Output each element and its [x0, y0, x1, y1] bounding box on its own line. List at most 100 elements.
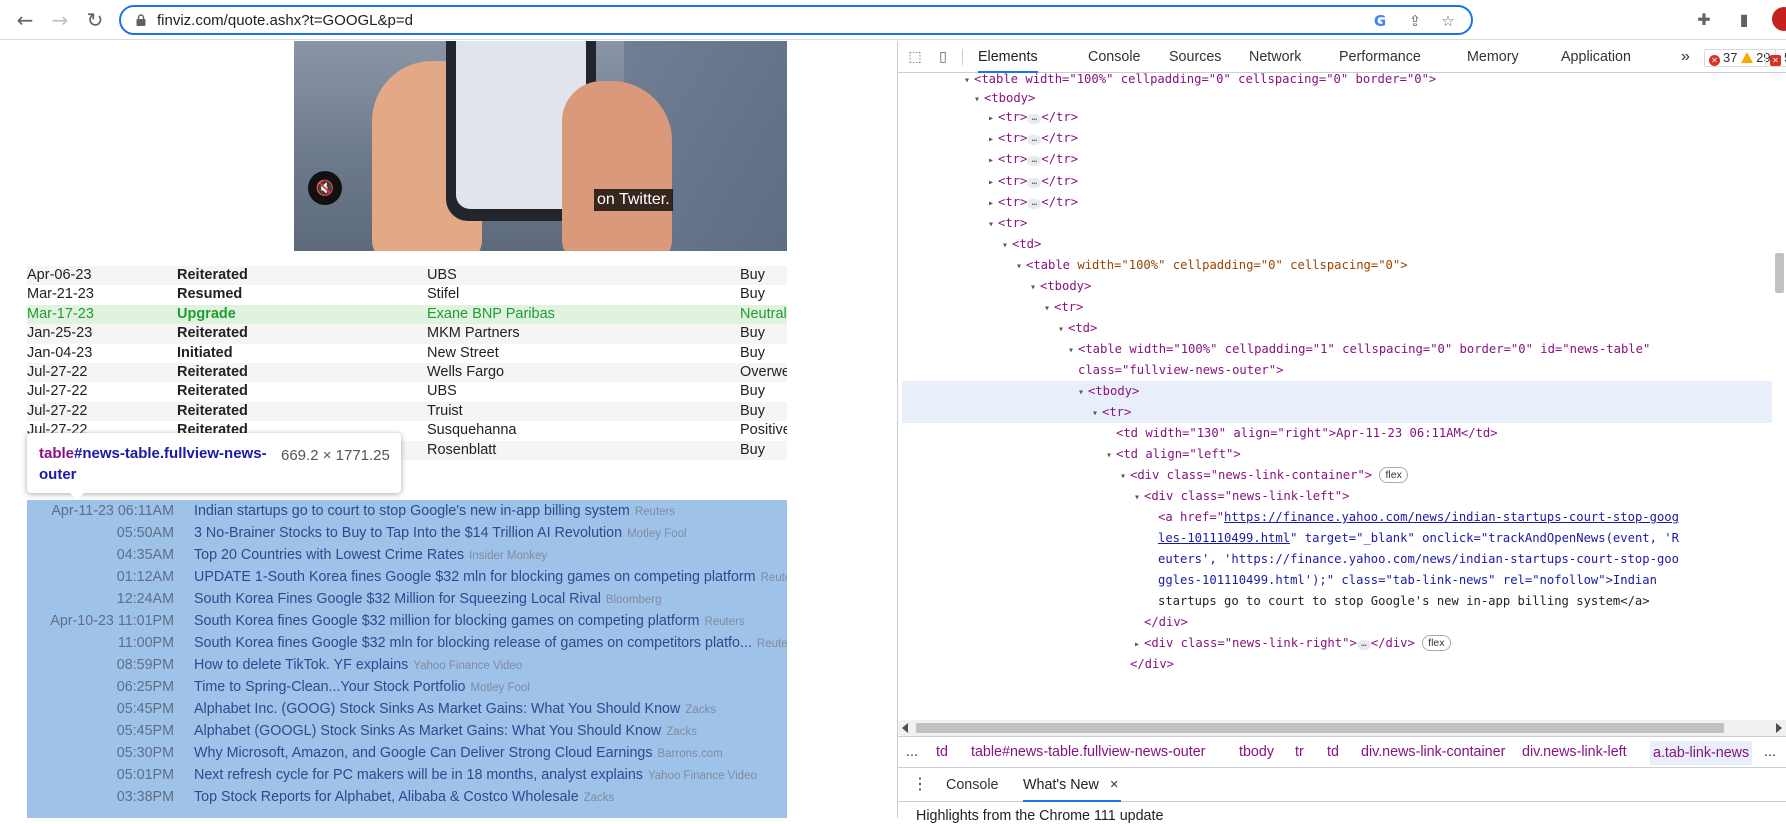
more-tabs-button[interactable]: » [1681, 41, 1690, 73]
news-link[interactable]: Alphabet Inc. (GOOG) Stock Sinks As Mark… [194, 698, 716, 721]
side-panel-icon[interactable]: ▮ [1733, 9, 1755, 31]
news-link[interactable]: How to delete TikTok. YF explains Yahoo F… [194, 654, 522, 677]
dom-node-news-link-left[interactable]: ▾ <div class="news-link-left"> [1134, 486, 1349, 507]
href-link[interactable]: https://finance.yahoo.com/news/indian-st… [1224, 510, 1679, 524]
bookmark-star-icon[interactable]: ☆ [1439, 12, 1457, 30]
rating-firm[interactable]: UBS [427, 266, 457, 285]
video-player[interactable]: 🔇 on Twitter. [294, 41, 787, 251]
dom-node-div-close[interactable]: </div> [1130, 654, 1174, 675]
dom-node-tr-collapsed[interactable]: ▸ <tr>… </tr> [988, 149, 1078, 170]
news-headline[interactable]: South Korea fines Google $32 million for… [194, 613, 699, 629]
dom-node-td[interactable]: ▾ <td> [1002, 234, 1041, 255]
tab-sources[interactable]: Sources [1169, 41, 1221, 73]
lock-icon[interactable] [135, 14, 147, 26]
inspect-element-icon[interactable]: ⬚ [906, 48, 924, 66]
dom-tree[interactable]: ▾ <table width="100%" cellpadding="0" cel… [902, 73, 1772, 720]
news-link[interactable]: Indian startups go to court to stop Goog… [194, 500, 675, 523]
dom-node-anchor-cont[interactable]: ggles-101110499.html');" class="tab-link… [1158, 570, 1657, 591]
dom-node-news-table[interactable]: ▾ <table width="100%" cellpadding="1" cel… [1068, 339, 1650, 360]
dom-node-tbody[interactable]: ▾ <tbody> [1030, 276, 1091, 297]
share-icon[interactable]: ⇪ [1406, 12, 1424, 30]
news-headline[interactable]: Top Stock Reports for Alphabet, Alibaba … [194, 789, 579, 805]
extensions-icon[interactable]: ✚ [1693, 9, 1715, 31]
rating-firm[interactable]: New Street [427, 344, 499, 363]
news-headline[interactable]: Indian startups go to court to stop Goog… [194, 503, 630, 519]
google-lens-icon[interactable]: G [1371, 12, 1389, 30]
dom-node-tr-collapsed[interactable]: ▸ <tr>… </tr> [988, 171, 1078, 192]
news-headline[interactable]: Why Microsoft, Amazon, and Google Can De… [194, 745, 653, 761]
dom-node-tr-collapsed[interactable]: ▸ <tr>… </tr> [988, 192, 1078, 213]
news-link[interactable]: 3 No-Brainer Stocks to Buy to Tap Into t… [194, 522, 687, 545]
rating-firm[interactable]: Stifel [427, 285, 459, 304]
tab-performance[interactable]: Performance [1339, 41, 1421, 73]
drawer-tab-console[interactable]: Console [946, 768, 998, 802]
scrollbar-thumb[interactable] [916, 723, 1724, 733]
breadcrumb-item[interactable]: table#news-table.fullview-news-outer [971, 744, 1205, 760]
breadcrumb-item[interactable]: div.news-link-container [1361, 744, 1505, 760]
close-icon[interactable]: × [1110, 768, 1118, 802]
dom-node-anchor-text[interactable]: startups go to court to stop Google's ne… [1158, 591, 1650, 612]
rating-firm[interactable]: Truist [427, 402, 463, 421]
scroll-right-arrow-icon[interactable] [1776, 723, 1782, 733]
news-headline[interactable]: Alphabet (GOOGL) Stock Sinks As Market G… [194, 723, 661, 739]
news-link[interactable]: UPDATE 1-South Korea fines Google $32 ml… [194, 566, 787, 589]
dom-node-news-table-class[interactable]: class="fullview-news-outer"> [1078, 360, 1283, 381]
news-headline[interactable]: Top 20 Countries with Lowest Crime Rates [194, 547, 464, 563]
dom-node-tr-collapsed[interactable]: ▸ <tr>… </tr> [988, 128, 1078, 149]
dom-node-news-link-right[interactable]: ▸ <div class="news-link-right">… </div> fl… [1134, 633, 1451, 654]
issues-badge[interactable]: ✕5 [1765, 49, 1786, 67]
rating-firm[interactable]: Exane BNP Paribas [427, 305, 555, 324]
ellipsis-icon[interactable]: … [1027, 135, 1042, 145]
news-headline[interactable]: Next refresh cycle for PC makers will be… [194, 767, 643, 783]
news-link[interactable]: Next refresh cycle for PC makers will be… [194, 764, 757, 787]
dom-node-tbody[interactable]: ▾ <tbody> [974, 88, 1035, 109]
rating-firm[interactable]: Wells Fargo [427, 363, 504, 382]
flex-badge[interactable]: flex [1422, 635, 1451, 651]
ellipsis-icon[interactable]: … [1027, 114, 1042, 124]
news-link[interactable]: Time to Spring-Clean...Your Stock Portfo… [194, 676, 530, 699]
breadcrumb-item[interactable]: td [1327, 744, 1339, 760]
ellipsis-icon[interactable]: … [1027, 156, 1042, 166]
dom-node-anchor-cont[interactable]: les-101110499.html" target="_blank" oncl… [1158, 528, 1679, 549]
news-link[interactable]: South Korea Fines Google $32 Million for… [194, 588, 662, 611]
tab-application[interactable]: Application [1561, 41, 1631, 73]
address-bar[interactable]: finviz.com/quote.ashx?t=GOOGL&p=d G ⇪ ☆ [119, 5, 1473, 35]
dom-tree-scrollbar[interactable] [1772, 73, 1786, 720]
dom-node-news-link-container[interactable]: ▾ <div class="news-link-container"> flex [1120, 465, 1408, 486]
drawer-tab-whats-new[interactable]: What's New [1023, 768, 1121, 802]
news-headline[interactable]: How to delete TikTok. YF explains [194, 657, 408, 673]
rating-firm[interactable]: Rosenblatt [427, 441, 496, 460]
tab-memory[interactable]: Memory [1467, 41, 1519, 73]
news-link[interactable]: South Korea fines Google $32 million for… [194, 610, 745, 633]
dom-node-div-close[interactable]: </div> [1144, 612, 1188, 633]
news-headline[interactable]: 3 No-Brainer Stocks to Buy to Tap Into t… [194, 525, 622, 541]
breadcrumb-item-selected[interactable]: a.tab-link-news [1650, 741, 1753, 765]
breadcrumb-overflow[interactable]: ... [1764, 744, 1776, 760]
news-headline[interactable]: Time to Spring-Clean...Your Stock Portfo… [194, 679, 466, 695]
breadcrumb-item[interactable]: td [936, 744, 948, 760]
ellipsis-icon[interactable]: … [1027, 199, 1042, 209]
breadcrumb-item[interactable]: tbody [1239, 744, 1274, 760]
dom-node-anchor[interactable]: <a href="https://finance.yahoo.com/news/… [1158, 507, 1679, 528]
drawer-menu-icon[interactable]: ⋮ [912, 768, 928, 802]
url-text[interactable]: finviz.com/quote.ashx?t=GOOGL&p=d [157, 12, 413, 29]
href-link[interactable]: les-101110499.html [1158, 531, 1290, 545]
device-toolbar-icon[interactable]: ▯ [934, 48, 952, 66]
reload-icon[interactable]: ↻ [82, 7, 108, 33]
dom-node-tbody[interactable]: ▾ <tbody> [1078, 381, 1139, 402]
scrollbar-thumb[interactable] [1775, 253, 1784, 293]
news-link[interactable]: Top Stock Reports for Alphabet, Alibaba … [194, 786, 614, 809]
flex-badge[interactable]: flex [1379, 467, 1408, 483]
ellipsis-icon[interactable]: … [1027, 178, 1042, 188]
ellipsis-icon[interactable]: … [1356, 640, 1371, 650]
breadcrumb-overflow[interactable]: ... [906, 744, 918, 760]
news-headline[interactable]: South Korea Fines Google $32 Million for… [194, 591, 601, 607]
news-headline[interactable]: UPDATE 1-South Korea fines Google $32 ml… [194, 569, 756, 585]
tab-elements[interactable]: Elements [978, 41, 1038, 73]
muted-speaker-icon[interactable]: 🔇 [308, 171, 342, 205]
forward-arrow-icon[interactable]: → [47, 7, 73, 33]
news-link[interactable]: Why Microsoft, Amazon, and Google Can De… [194, 742, 723, 765]
profile-avatar-icon[interactable] [1772, 7, 1786, 31]
dom-node-td-date[interactable]: <td width="130" align="right">Apr-11-23 … [1116, 423, 1498, 444]
news-link[interactable]: Alphabet (GOOGL) Stock Sinks As Market G… [194, 720, 697, 743]
